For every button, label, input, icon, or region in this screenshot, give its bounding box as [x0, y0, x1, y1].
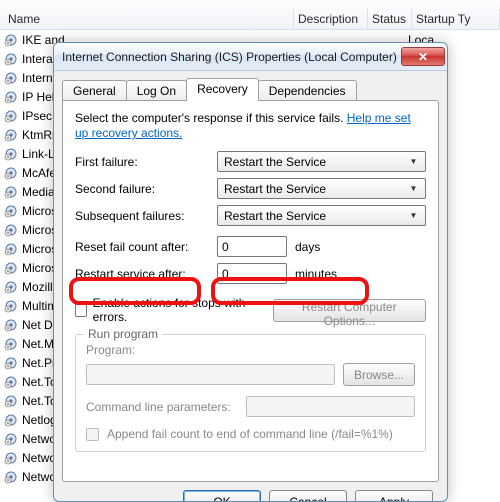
first-failure-label: First failure: — [75, 155, 217, 169]
service-icon — [4, 394, 18, 408]
days-unit: days — [295, 240, 320, 254]
close-icon: ✕ — [418, 51, 428, 63]
service-icon — [4, 318, 18, 332]
service-icon — [4, 128, 18, 142]
enable-actions-checkbox[interactable] — [75, 304, 87, 317]
hint-text: Select the computer's response if this s… — [75, 111, 426, 141]
service-icon — [4, 109, 18, 123]
recovery-panel: Select the computer's response if this s… — [62, 100, 439, 482]
cmdline-input — [246, 396, 415, 417]
service-icon — [4, 375, 18, 389]
append-fail-checkbox — [86, 428, 99, 441]
chevron-down-icon: ▼ — [406, 157, 421, 166]
service-icon — [4, 432, 18, 446]
reset-days-input[interactable] — [217, 236, 287, 257]
service-icon — [4, 52, 18, 66]
restart-minutes-input[interactable] — [217, 263, 287, 284]
service-icon — [4, 33, 18, 47]
restart-computer-options-button: Restart Computer Options... — [273, 299, 426, 322]
service-icon — [4, 261, 18, 275]
enable-actions-label: Enable actions for stops with errors. — [93, 296, 261, 324]
window-title: Internet Connection Sharing (ICS) Proper… — [62, 50, 401, 64]
subsequent-failures-dropdown[interactable]: Restart the Service ▼ — [217, 205, 426, 226]
second-failure-dropdown[interactable]: Restart the Service ▼ — [217, 178, 426, 199]
restart-after-label: Restart service after: — [75, 267, 217, 281]
list-header: Name Description Status Startup Ty — [0, 0, 500, 30]
tab-dependencies[interactable]: Dependencies — [258, 80, 357, 101]
reset-fail-label: Reset fail count after: — [75, 240, 217, 254]
close-button[interactable]: ✕ — [401, 47, 445, 66]
tabstrip: General Log On Recovery Dependencies — [54, 71, 447, 100]
properties-dialog: Internet Connection Sharing (ICS) Proper… — [53, 42, 448, 502]
col-status[interactable]: Status — [368, 9, 412, 29]
service-icon — [4, 470, 18, 484]
service-icon — [4, 147, 18, 161]
service-icon — [4, 337, 18, 351]
service-icon — [4, 451, 18, 465]
service-icon — [4, 90, 18, 104]
first-failure-dropdown[interactable]: Restart the Service ▼ — [217, 151, 426, 172]
chevron-down-icon: ▼ — [406, 184, 421, 193]
tab-logon[interactable]: Log On — [126, 80, 187, 101]
tab-recovery[interactable]: Recovery — [186, 78, 259, 101]
service-icon — [4, 166, 18, 180]
chevron-down-icon: ▼ — [406, 211, 421, 220]
program-input — [86, 364, 335, 385]
minutes-unit: minutes — [295, 267, 337, 281]
service-icon — [4, 356, 18, 370]
col-startup[interactable]: Startup Ty — [412, 9, 500, 29]
run-program-group: Run program Program: Browse... Command l… — [75, 334, 426, 452]
cmdline-label: Command line parameters: — [86, 400, 238, 414]
dialog-buttons: OK Cancel Apply — [54, 490, 447, 502]
service-icon — [4, 223, 18, 237]
subsequent-failures-label: Subsequent failures: — [75, 209, 217, 223]
cancel-button[interactable]: Cancel — [269, 490, 347, 502]
col-description[interactable]: Description — [294, 9, 368, 29]
service-icon — [4, 71, 18, 85]
apply-button[interactable]: Apply — [355, 490, 433, 502]
second-failure-label: Second failure: — [75, 182, 217, 196]
ok-button[interactable]: OK — [183, 490, 261, 502]
service-icon — [4, 280, 18, 294]
service-icon — [4, 204, 18, 218]
service-icon — [4, 185, 18, 199]
service-icon — [4, 299, 18, 313]
append-fail-label: Append fail count to end of command line… — [107, 427, 393, 441]
tab-general[interactable]: General — [62, 80, 127, 101]
run-program-legend: Run program — [84, 327, 162, 341]
service-icon — [4, 242, 18, 256]
col-name[interactable]: Name — [4, 9, 294, 29]
titlebar[interactable]: Internet Connection Sharing (ICS) Proper… — [54, 43, 447, 71]
browse-button: Browse... — [343, 363, 415, 386]
program-label: Program: — [86, 343, 135, 357]
service-icon — [4, 413, 18, 427]
